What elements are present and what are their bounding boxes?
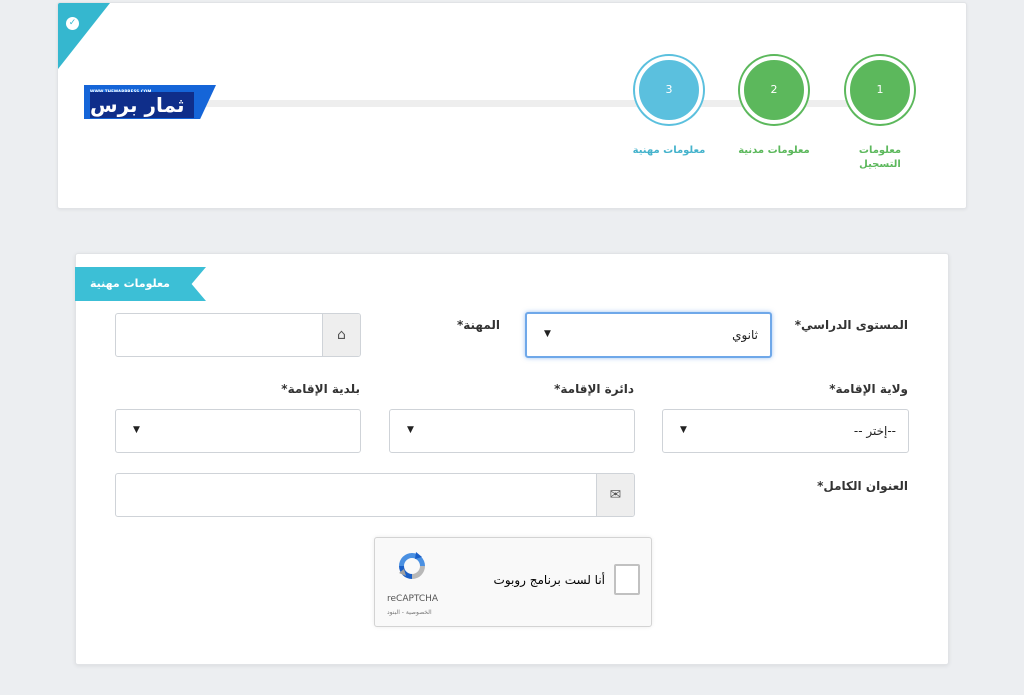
logo-text: ثمار برس [90,92,194,118]
profession-input-group: ⌂ [115,313,361,357]
step-2-number: 2 [770,83,778,96]
daira-label: دائرة الإقامة* [554,382,634,396]
recaptcha-checkbox[interactable] [614,564,640,595]
envelope-icon: ✉ [596,474,634,516]
step-2-label: معلومات مدنية [738,145,810,156]
step-1-number: 1 [876,83,884,96]
recaptcha-logo-icon [399,552,425,579]
education-level-value: ثانوي [732,328,758,342]
chevron-down-icon: ▼ [407,425,414,435]
step-2[interactable]: 2 معلومات مدنية [738,56,810,158]
address-input-group: ✉ [115,473,635,517]
commune-select[interactable]: ▼ [115,409,361,453]
recaptcha-brand: reCAPTCHA [387,594,439,604]
wilaya-value: --إختر -- [853,424,896,438]
chevron-down-icon: ▼ [133,425,140,435]
wilaya-label: ولاية الإقامة* [829,382,908,396]
step-2-circle[interactable]: 2 [740,56,808,124]
education-level-label: المستوى الدراسي* [794,318,908,332]
home-icon: ⌂ [322,314,360,356]
step-1-circle[interactable]: 1 [846,56,914,124]
step-1-label: معلومات التسجيل [858,145,902,170]
corner-ribbon [58,3,110,69]
step-3-circle[interactable]: 3 [635,56,703,124]
address-label: العنوان الكامل* [817,479,908,493]
step-3-number: 3 [665,83,673,96]
address-input[interactable] [116,474,596,516]
profession-input[interactable] [116,314,322,356]
section-title: معلومات مهنية [90,277,170,290]
chevron-down-icon: ▼ [544,329,551,339]
recaptcha-label: أنا لست برنامج روبوت [493,573,605,587]
daira-select[interactable]: ▼ [389,409,635,453]
education-level-select[interactable]: ثانوي ▼ [525,312,772,358]
profession-label: المهنة* [456,318,500,332]
chevron-down-icon: ▼ [680,425,687,435]
recaptcha-terms-link[interactable]: الخصوصية - البنود [387,609,432,616]
check-icon: ✓ [66,17,79,30]
recaptcha-widget: أنا لست برنامج روبوت reCAPTCHA الخصوصية … [374,537,652,627]
wilaya-select[interactable]: --إختر -- ▼ [662,409,909,453]
step-3[interactable]: 3 معلومات مهنية [633,56,705,158]
commune-label: بلدية الإقامة* [281,382,360,396]
step-3-label: معلومات مهنية [632,145,706,156]
step-1[interactable]: 1 معلومات التسجيل [845,56,915,172]
